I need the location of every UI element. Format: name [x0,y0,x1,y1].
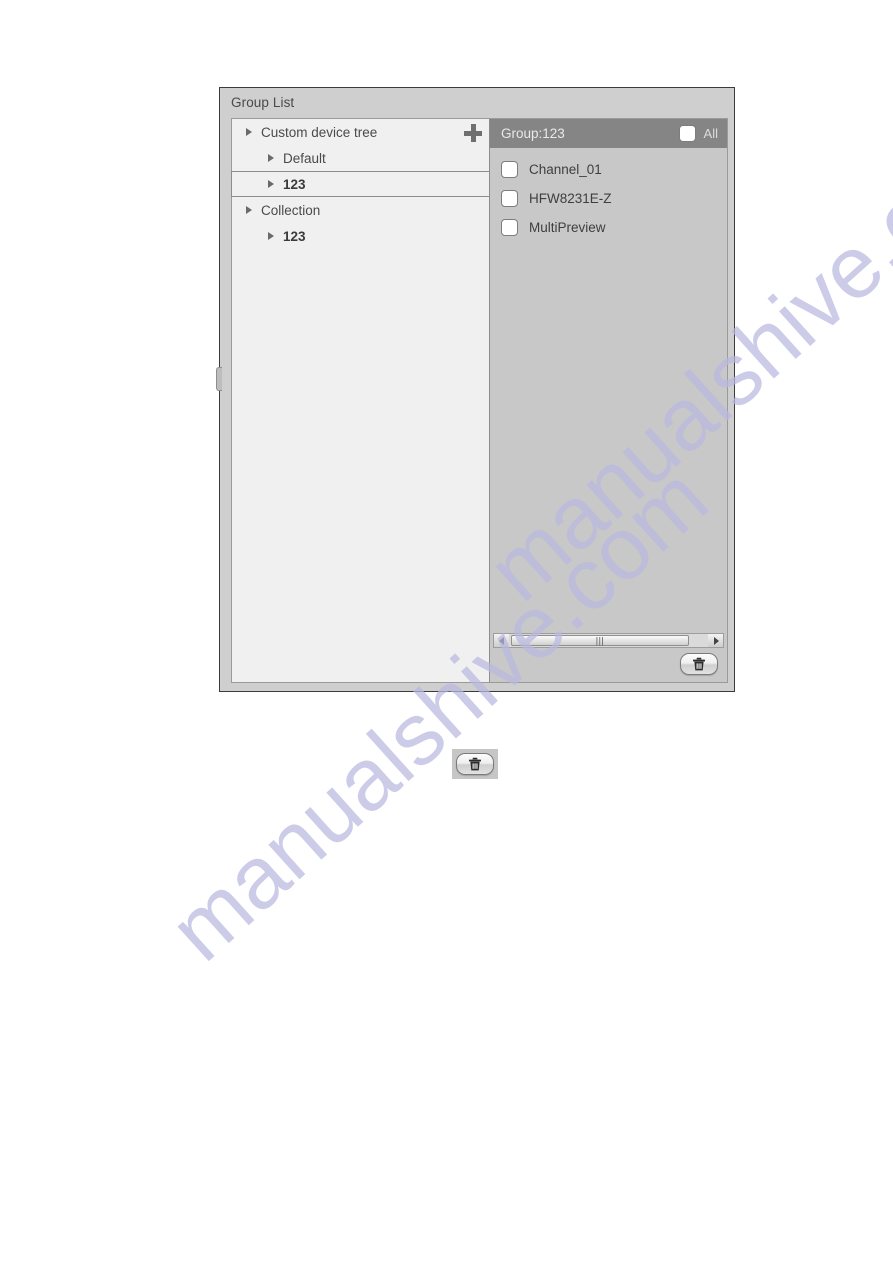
scrollbar-track[interactable]: ||| [509,634,708,647]
device-pane-footer [490,648,727,682]
horizontal-scrollbar[interactable]: ||| [493,633,724,648]
group-name-label: Group:123 [501,126,565,141]
tree-item-default[interactable]: Default [232,145,489,171]
list-item[interactable]: HFW8231E-Z [490,184,727,213]
scroll-right-arrow-icon[interactable] [708,634,723,647]
panel-body: Custom device tree Default 123 Collectio… [231,118,728,683]
panel-collapse-handle[interactable] [216,367,222,391]
chevron-right-icon[interactable] [268,180,274,188]
device-label: HFW8231E-Z [529,191,612,206]
list-item[interactable]: MultiPreview [490,213,727,242]
device-tree-pane: Custom device tree Default 123 Collectio… [231,119,490,682]
panel-title: Group List [231,95,295,110]
scroll-left-arrow-icon[interactable] [494,634,509,647]
select-all-label: All [703,126,718,141]
delete-group-button[interactable] [680,653,718,675]
scrollbar-grip: ||| [595,635,605,645]
chevron-right-icon[interactable] [246,206,252,214]
select-all-checkbox[interactable] [678,125,696,142]
chevron-right-icon[interactable] [268,154,274,162]
trash-icon [693,657,705,671]
device-checkbox[interactable] [501,219,518,236]
tree-item-label: 123 [283,176,306,192]
scrollbar-thumb[interactable]: ||| [511,635,689,646]
tree-item-label: Default [283,150,326,166]
device-list-header: Group:123 All [490,119,727,148]
device-list-pane: Group:123 All Channel_01 HFW8231E-Z Mult… [490,119,727,682]
delete-button[interactable] [456,753,494,775]
device-list: Channel_01 HFW8231E-Z MultiPreview [490,148,727,633]
device-label: Channel_01 [529,162,602,177]
device-checkbox[interactable] [501,161,518,178]
tree-item-label: Collection [261,202,321,218]
plus-icon[interactable] [464,124,482,142]
chevron-right-icon[interactable] [268,232,274,240]
delete-icon-callout [452,749,498,779]
tree-item-123-selected[interactable]: 123 [231,171,490,197]
trash-icon [469,757,481,771]
group-list-panel: Group List Custom device tree Default 12… [219,87,735,692]
tree-item-label: 123 [283,228,306,244]
list-item[interactable]: Channel_01 [490,155,727,184]
tree-item-collection-123[interactable]: 123 [232,223,489,249]
chevron-right-icon[interactable] [246,128,252,136]
tree-item-collection[interactable]: Collection [232,197,489,223]
device-label: MultiPreview [529,220,606,235]
tree-item-label: Custom device tree [261,124,378,140]
device-checkbox[interactable] [501,190,518,207]
tree-item-custom-device-tree[interactable]: Custom device tree [232,119,489,145]
